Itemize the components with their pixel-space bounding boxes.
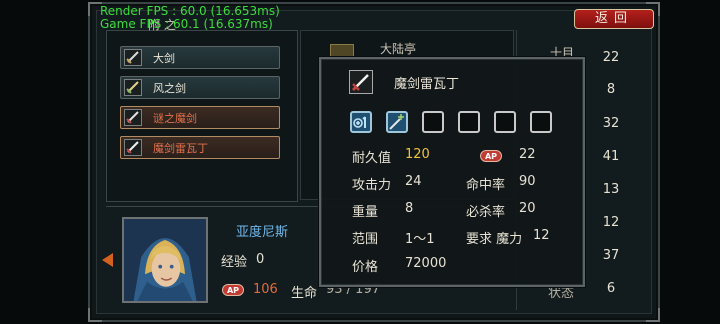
weapon-item-wind-sword[interactable]: 风之剑: [120, 76, 280, 99]
list-value: 8: [606, 82, 616, 97]
range-label: 范围: [352, 232, 379, 247]
list-value: 13: [602, 182, 620, 197]
weapon-label: 风之剑: [153, 82, 186, 95]
game-fps-text: Game FPS : 60.1 (16.637ms): [100, 17, 273, 31]
list-value: 32: [602, 116, 620, 131]
ap-badge-icon: AP: [480, 150, 502, 162]
weapon-item-greatsword[interactable]: 大剑: [120, 46, 280, 69]
item-title: 魔剑雷瓦丁: [394, 77, 460, 92]
sword-icon: [124, 139, 142, 156]
empty-slot[interactable]: [494, 111, 516, 133]
range-value: 1～1: [405, 232, 435, 247]
crit-rate-label: 必杀率: [466, 205, 506, 220]
price-label: 价格: [352, 260, 379, 275]
character-portrait[interactable]: [122, 217, 208, 303]
sword-icon: [124, 79, 142, 96]
empty-slot[interactable]: [458, 111, 480, 133]
empty-slot[interactable]: [422, 111, 444, 133]
exp-label: 经验: [221, 255, 248, 270]
sword-icon: [124, 49, 142, 66]
weight-value: 8: [405, 201, 414, 216]
frame-corner: [88, 308, 102, 322]
list-value: 6: [606, 281, 616, 296]
empty-slot[interactable]: [530, 111, 552, 133]
weapon-item-mystery-sword[interactable]: 谜之魔剑: [120, 106, 280, 129]
durability-label: 耐久值: [352, 151, 392, 166]
weight-label: 重量: [352, 205, 379, 220]
hit-rate-label: 命中率: [466, 178, 506, 193]
weapon-label: 谜之魔剑: [153, 112, 197, 125]
frame-corner: [646, 308, 660, 322]
weapon-item-laevatein[interactable]: 魔剑雷瓦丁: [120, 136, 280, 159]
list-value: 37: [602, 248, 620, 263]
ap-cost-value: 22: [519, 147, 536, 162]
render-fps-text: Render FPS : 60.0 (16.653ms): [100, 4, 280, 18]
unit-list-text: 大陆亭: [380, 42, 417, 56]
attack-value: 24: [405, 174, 422, 189]
sword-icon: [124, 109, 142, 126]
weapon-label: 魔剑雷瓦丁: [153, 142, 208, 155]
list-value: 41: [602, 149, 620, 164]
character-name: 亚度尼斯: [236, 225, 289, 240]
durability-value: 120: [405, 147, 430, 162]
sword-icon: [349, 70, 373, 94]
requirement-label: 要求 魔力: [466, 232, 523, 247]
requirement-value: 12: [533, 228, 550, 243]
exp-value: 0: [256, 252, 265, 267]
weapon-label: 大剑: [153, 52, 175, 65]
hp-label: 生命: [291, 286, 318, 301]
list-value: 12: [602, 215, 620, 230]
crit-rate-value: 20: [519, 201, 536, 216]
ap-badge-icon: AP: [222, 284, 244, 296]
ap-value: 106: [253, 282, 278, 297]
hit-rate-value: 90: [519, 174, 536, 189]
list-value: 22: [602, 50, 620, 65]
previous-character-arrow-icon[interactable]: [102, 253, 113, 267]
back-button[interactable]: 返回: [574, 9, 654, 29]
attack-label: 攻击力: [352, 178, 392, 193]
sword-plus-icon[interactable]: [386, 111, 408, 133]
skill-plus1-icon[interactable]: [350, 111, 372, 133]
price-value: 72000: [405, 256, 447, 271]
